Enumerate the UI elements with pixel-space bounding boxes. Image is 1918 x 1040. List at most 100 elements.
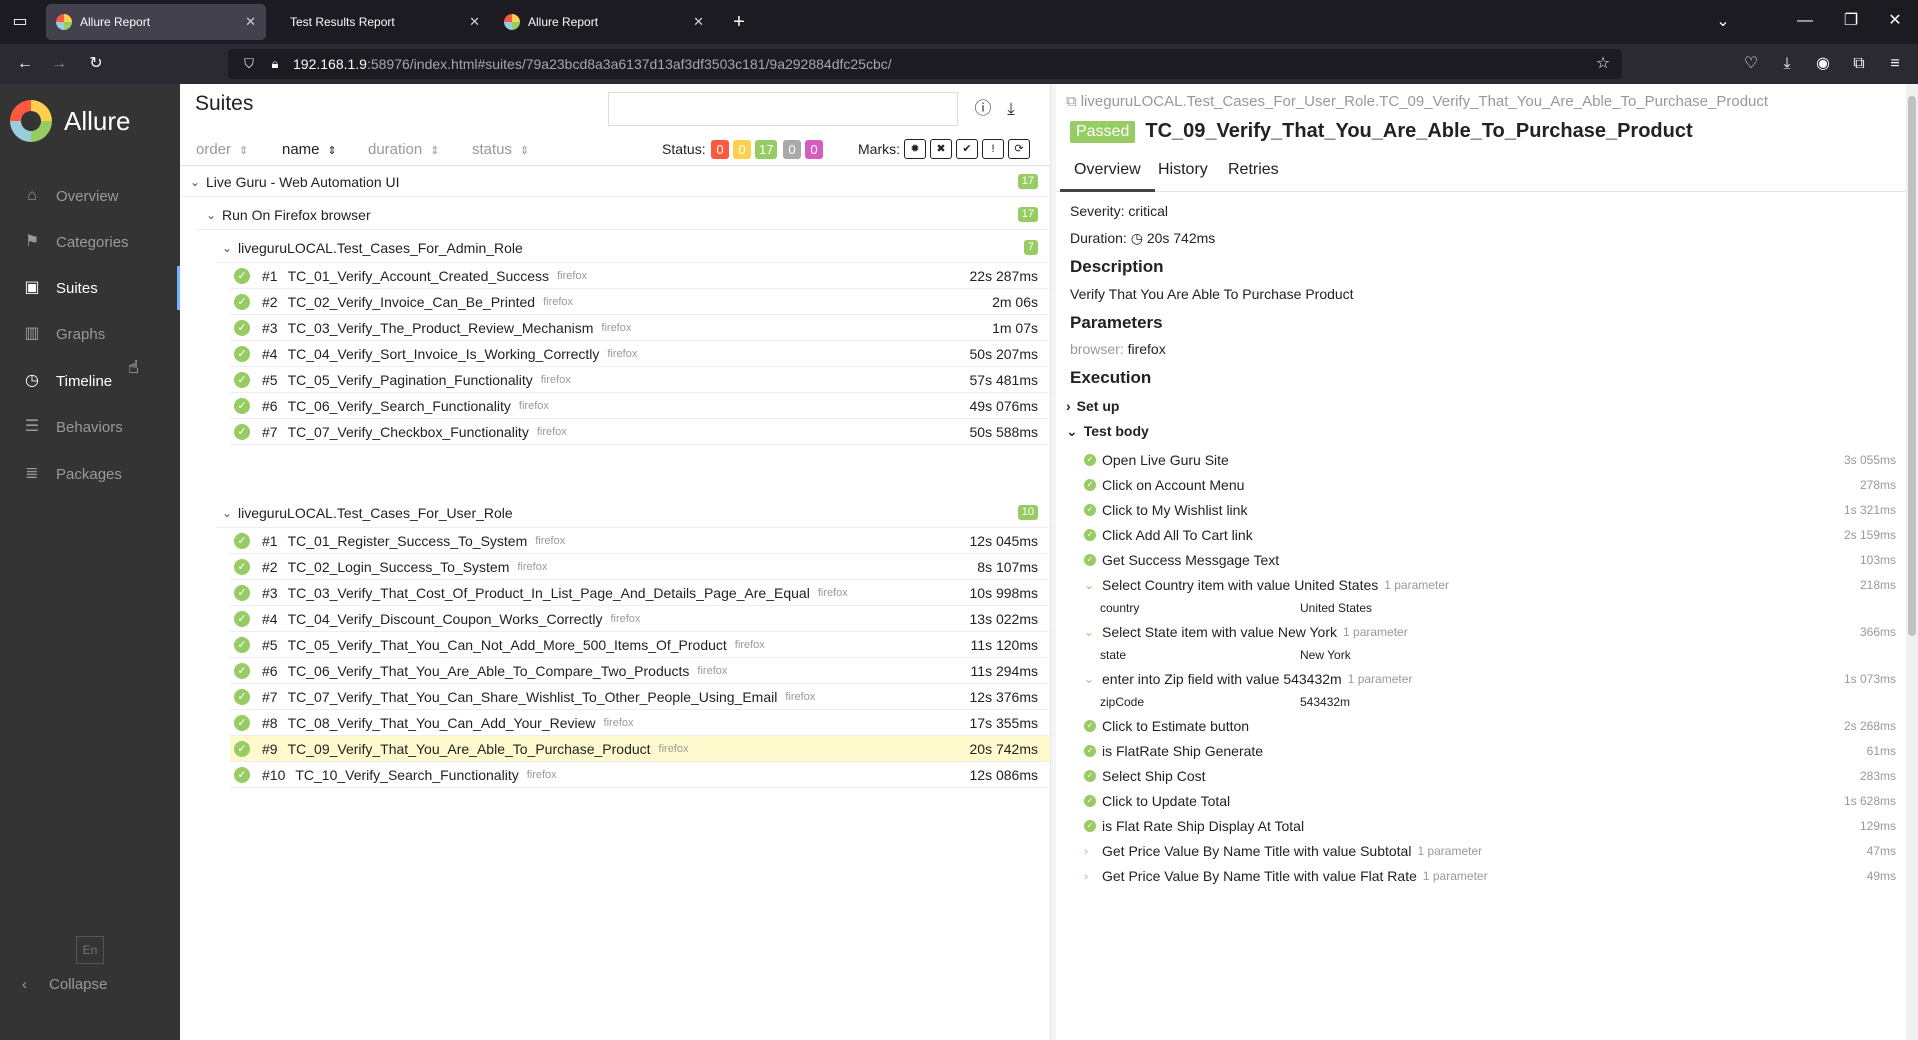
- close-tab-icon[interactable]: ✕: [245, 14, 256, 30]
- execution-step[interactable]: ✓ Click on Account Menu 278ms: [1084, 473, 1896, 497]
- sidebar-item-graphs[interactable]: ▥ Graphs: [0, 312, 180, 356]
- test-row[interactable]: ✓ #3 TC_03_Verify_The_Product_Review_Mecha…: [230, 315, 1050, 341]
- status-filter-unknown[interactable]: 0: [805, 140, 823, 159]
- suite-group-user[interactable]: ⌄ liveguruLOCAL.Test_Cases_For_User_Role…: [216, 498, 1050, 528]
- test-row[interactable]: ✓ #1 TC_01_Register_Success_To_System firef…: [230, 528, 1050, 554]
- execution-step[interactable]: ✓ Select Ship Cost 283ms: [1084, 764, 1896, 788]
- tab-list-icon[interactable]: ▭: [9, 12, 31, 32]
- sidebar-item-categories[interactable]: ⚑ Categories: [0, 220, 180, 264]
- suite-group-admin[interactable]: ⌄ liveguruLOCAL.Test_Cases_For_Admin_Rol…: [216, 233, 1050, 263]
- browser-tab-2[interactable]: Test Results Report ✕: [270, 4, 490, 40]
- search-input[interactable]: [608, 92, 958, 126]
- back-icon[interactable]: ←: [14, 54, 36, 74]
- passed-step-icon: ✓: [1084, 479, 1096, 491]
- test-row[interactable]: ✓ #7 TC_07_Verify_That_You_Can_Share_Wishl…: [230, 684, 1050, 710]
- browser-tab-1[interactable]: Allure Report ✕: [46, 4, 266, 40]
- execution-step[interactable]: ✓ is FlatRate Ship Generate 61ms: [1084, 739, 1896, 763]
- execution-step[interactable]: ✓ Open Live Guru Site 3s 055ms: [1084, 448, 1896, 472]
- status-filter-skipped[interactable]: 0: [783, 140, 801, 159]
- menu-icon[interactable]: ≡: [1884, 54, 1906, 74]
- test-row[interactable]: ✓ #3 TC_03_Verify_That_Cost_Of_Product_In_…: [230, 580, 1050, 606]
- collapse-button[interactable]: ‹ Collapse: [22, 976, 107, 993]
- copy-icon[interactable]: ⧉: [1066, 93, 1077, 110]
- shield-icon[interactable]: ⛉: [238, 54, 260, 74]
- browser-tab-3[interactable]: Allure Report ✕: [494, 4, 714, 40]
- download-icon[interactable]: ⤓: [1000, 98, 1022, 120]
- new-failed-mark-icon[interactable]: ✖: [930, 139, 952, 159]
- downloads-icon[interactable]: ⤓: [1776, 54, 1798, 74]
- test-body-section[interactable]: ⌄ Test body: [1066, 423, 1149, 440]
- test-row[interactable]: ✓ #6 TC_06_Verify_Search_Functionality fire…: [230, 393, 1050, 419]
- execution-step[interactable]: ✓ Click to Estimate button 2s 268ms: [1084, 714, 1896, 738]
- test-row[interactable]: ✓ #8 TC_08_Verify_That_You_Can_Add_Your_Re…: [230, 710, 1050, 736]
- execution-step[interactable]: ⌄ enter into Zip field with value 543432m…: [1084, 667, 1896, 691]
- execution-step[interactable]: ✓ Click to My Wishlist link 1s 321ms: [1084, 498, 1896, 522]
- tab-history[interactable]: History: [1144, 152, 1222, 192]
- info-icon[interactable]: ⓘ: [972, 98, 994, 120]
- sort-order[interactable]: order ⇕: [196, 141, 248, 158]
- execution-step[interactable]: ✓ Click Add All To Cart link 2s 159ms: [1084, 523, 1896, 547]
- account-icon[interactable]: ◉: [1812, 54, 1834, 74]
- execution-step[interactable]: › Get Price Value By Name Title with valu…: [1084, 864, 1896, 888]
- new-tab-icon[interactable]: +: [728, 12, 750, 32]
- test-duration: 22s 287ms: [969, 267, 1038, 284]
- sort-label: status: [472, 141, 513, 158]
- reload-icon[interactable]: ↻: [85, 54, 107, 74]
- retries-mark-icon[interactable]: ⟳: [1008, 139, 1030, 159]
- sort-status[interactable]: status ⇕: [472, 141, 529, 158]
- close-tab-icon[interactable]: ✕: [469, 14, 480, 30]
- test-row[interactable]: ✓ #4 TC_04_Verify_Discount_Coupon_Works_Co…: [230, 606, 1050, 632]
- test-row[interactable]: ✓ #7 TC_07_Verify_Checkbox_Functionality fi…: [230, 419, 1050, 445]
- status-filter-broken[interactable]: 0: [733, 140, 751, 159]
- status-filter-failed[interactable]: 0: [711, 140, 729, 159]
- test-row[interactable]: ✓ #5 TC_05_Verify_That_You_Can_Not_Add_Mor…: [230, 632, 1050, 658]
- url-bar[interactable]: ⛉ 🔒︎ 192.168.1.9:58976/index.html#suites…: [228, 49, 1622, 79]
- extensions-icon[interactable]: ⧉: [1848, 54, 1870, 74]
- sort-duration[interactable]: duration ⇕: [368, 141, 439, 158]
- execution-step[interactable]: › Get Price Value By Name Title with valu…: [1084, 839, 1896, 863]
- test-row[interactable]: ✓ #2 TC_02_Verify_Invoice_Can_Be_Printed fi…: [230, 289, 1050, 315]
- bookmark-star-icon[interactable]: ☆: [1592, 54, 1614, 74]
- test-row[interactable]: ✓ #1 TC_01_Verify_Account_Created_Success f…: [230, 263, 1050, 289]
- flaky-mark-icon[interactable]: ✹: [904, 139, 926, 159]
- close-window-icon[interactable]: ✕: [1884, 11, 1906, 31]
- suite-group-root[interactable]: ⌄ Live Guru - Web Automation UI 17: [180, 167, 1050, 197]
- new-passed-mark-icon[interactable]: ✔: [956, 139, 978, 159]
- test-row[interactable]: ✓ #10 TC_10_Verify_Search_Functionality fir…: [230, 762, 1050, 788]
- tab-retries[interactable]: Retries: [1214, 152, 1293, 192]
- vertical-scrollbar[interactable]: [1906, 84, 1918, 1040]
- execution-step[interactable]: ✓ is Flat Rate Ship Display At Total 129ms: [1084, 814, 1896, 838]
- allure-logo[interactable]: Allure: [10, 100, 130, 142]
- new-broken-mark-icon[interactable]: !: [982, 139, 1004, 159]
- sort-label: order: [196, 141, 232, 158]
- execution-step[interactable]: ✓ Get Success Messgage Text 103ms: [1084, 548, 1896, 572]
- close-tab-icon[interactable]: ✕: [693, 14, 704, 30]
- list-all-tabs-icon[interactable]: ⌄: [1712, 12, 1734, 32]
- test-row[interactable]: ✓ #9 TC_09_Verify_That_You_Are_Able_To_Pur…: [230, 736, 1050, 762]
- tab-overview[interactable]: Overview: [1060, 152, 1155, 192]
- suite-group-browser[interactable]: ⌄ Run On Firefox browser 17: [196, 200, 1050, 230]
- language-switch[interactable]: En: [76, 936, 104, 964]
- sidebar-item-behaviors[interactable]: ☰ Behaviors: [0, 405, 180, 449]
- test-number: #2: [262, 293, 278, 310]
- test-row[interactable]: ✓ #4 TC_04_Verify_Sort_Invoice_Is_Working_…: [230, 341, 1050, 367]
- execution-step[interactable]: ✓ Click to Update Total 1s 628ms: [1084, 789, 1896, 813]
- setup-section[interactable]: › Set up: [1066, 398, 1119, 414]
- test-row[interactable]: ✓ #6 TC_06_Verify_That_You_Are_Able_To_Com…: [230, 658, 1050, 684]
- sidebar-item-packages[interactable]: ≣ Packages: [0, 452, 180, 496]
- minimize-icon[interactable]: —: [1794, 11, 1816, 31]
- test-row[interactable]: ✓ #2 TC_02_Login_Success_To_System firefox 8…: [230, 554, 1050, 580]
- pocket-icon[interactable]: ♡: [1740, 54, 1762, 74]
- status-filter-passed[interactable]: 17: [755, 140, 778, 159]
- sidebar-item-timeline[interactable]: ◷ Timeline: [0, 359, 180, 403]
- sidebar-item-overview[interactable]: ⌂ Overview: [0, 174, 180, 218]
- lock-icon[interactable]: 🔒︎: [264, 54, 286, 74]
- scrollbar-thumb[interactable]: [1908, 96, 1916, 636]
- forward-icon[interactable]: →: [48, 54, 70, 74]
- restore-icon[interactable]: ❐: [1840, 11, 1862, 31]
- execution-step[interactable]: ⌄ Select Country item with value United S…: [1084, 573, 1896, 597]
- execution-step[interactable]: ⌄ Select State item with value New York 1 …: [1084, 620, 1896, 644]
- sidebar-item-suites[interactable]: ▣ Suites: [0, 266, 180, 310]
- test-row[interactable]: ✓ #5 TC_05_Verify_Pagination_Functionality…: [230, 367, 1050, 393]
- sort-name[interactable]: name ⇕: [282, 141, 337, 158]
